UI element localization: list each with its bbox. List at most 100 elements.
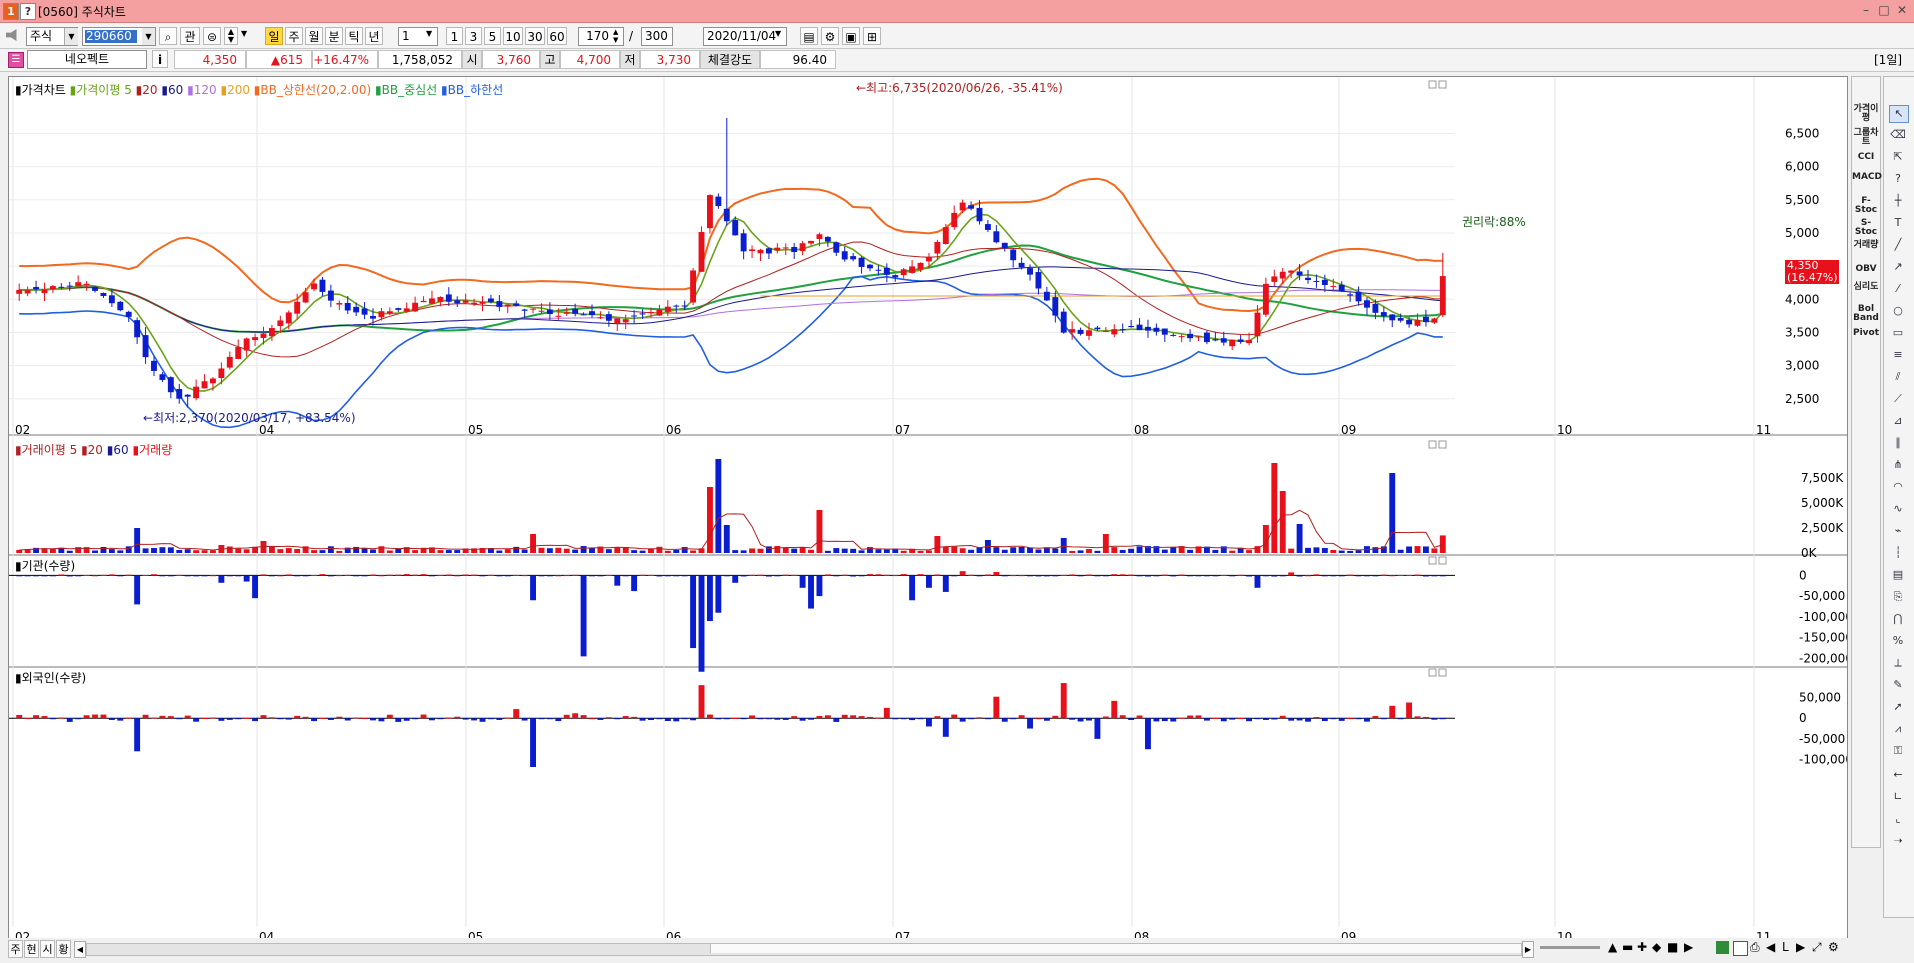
interval-10[interactable]: 10 <box>503 27 523 45</box>
close-icon[interactable]: ✕ <box>1894 3 1910 17</box>
app-icon[interactable]: 1 <box>3 3 19 20</box>
help-tool-icon[interactable]: ? <box>1889 171 1907 187</box>
minimize-icon[interactable]: – <box>1858 3 1874 17</box>
period-month[interactable]: 월 <box>305 27 323 45</box>
settings-icon[interactable]: ⚙ <box>821 27 839 45</box>
auto-icon[interactable]: ⌁ <box>1889 523 1907 539</box>
cursor-icon[interactable]: ↖ <box>1889 105 1909 123</box>
corner-icon[interactable]: ∟ <box>1889 789 1907 805</box>
chart-type-icon[interactable]: ▤ <box>800 27 818 45</box>
indicator-psy[interactable]: 심리도 <box>1852 283 1880 292</box>
speaker-icon[interactable] <box>6 29 17 41</box>
count-stepper[interactable]: ▲ ▼ <box>613 28 618 44</box>
next-icon[interactable]: ▶ <box>1796 940 1805 954</box>
arc-icon[interactable]: ◠ <box>1889 479 1907 495</box>
interval-60[interactable]: 60 <box>547 27 567 45</box>
ratio-icon[interactable]: % <box>1889 633 1907 649</box>
grid-icon[interactable]: ⊞ <box>863 27 881 45</box>
chart-area[interactable]: 02 02 04 04 05 05 06 06 07 07 08 08 09 09 10 10 11 11 2,50… <box>8 76 1848 955</box>
tab-hyeon[interactable]: 현 <box>24 940 39 958</box>
wave-icon[interactable]: ∿ <box>1889 501 1907 517</box>
link-icon[interactable]: ⊜ <box>203 27 221 45</box>
stop-icon[interactable]: ■ <box>1667 940 1678 954</box>
config-icon[interactable]: ⚙ <box>1828 940 1839 954</box>
interval-5[interactable]: 5 <box>484 27 501 45</box>
indicator-group[interactable]: 그룹차트 <box>1852 129 1880 147</box>
trend-line-icon[interactable]: ╱ <box>1889 237 1907 253</box>
indicator-cci[interactable]: CCI <box>1852 153 1880 162</box>
tab-si[interactable]: 시 <box>40 940 55 958</box>
interval-3[interactable]: 3 <box>465 27 482 45</box>
period-day[interactable]: 일 <box>265 27 283 45</box>
save-icon[interactable]: ▣ <box>842 27 860 45</box>
memo-icon[interactable]: ▤ <box>1889 567 1907 583</box>
period-week[interactable]: 주 <box>285 27 303 45</box>
period-tick[interactable]: 틱 <box>345 27 363 45</box>
lock-icon[interactable]: ⚿ <box>1889 743 1907 759</box>
text-icon[interactable]: T <box>1889 215 1907 231</box>
forward-arrow-icon[interactable]: ➝ <box>1889 833 1907 849</box>
indicator-pivot[interactable]: Pivot <box>1852 329 1880 338</box>
indicator-obv[interactable]: OBV <box>1852 265 1880 274</box>
multi-cursor-icon[interactable]: ⇱ <box>1889 149 1907 165</box>
plus-icon[interactable]: ✚ <box>1637 940 1647 954</box>
scroll-right-icon[interactable]: ▶ <box>1522 941 1534 958</box>
rectangle-icon[interactable]: ▭ <box>1889 325 1907 341</box>
excel-icon[interactable] <box>1716 941 1729 954</box>
fan-icon[interactable]: ⟋ <box>1889 391 1907 407</box>
line-icon[interactable]: ⁄ <box>1889 281 1907 297</box>
scrollbar-thumb[interactable] <box>710 944 1521 953</box>
indicator-bolband[interactable]: Bol Band <box>1852 305 1880 323</box>
move-icon[interactable]: ◆ <box>1652 940 1661 954</box>
eraser-icon[interactable]: ⌫ <box>1889 127 1907 143</box>
interval-1[interactable]: 1 <box>446 27 463 45</box>
gwan-button[interactable]: 관 <box>180 27 200 45</box>
zoom-out-icon[interactable]: ▬ <box>1622 940 1633 954</box>
chevron-down-icon[interactable]: ▼ <box>426 29 432 38</box>
tab-ju[interactable]: 주 <box>8 940 23 958</box>
interval-30[interactable]: 30 <box>525 27 545 45</box>
indicator-sstoc[interactable]: S-Stoc <box>1852 219 1880 237</box>
zigzag-icon[interactable]: ⩘ <box>1889 721 1907 737</box>
period-minute[interactable]: 분 <box>325 27 343 45</box>
help-icon[interactable]: ? <box>20 3 36 20</box>
back-arrow-icon[interactable]: ← <box>1889 767 1907 783</box>
last-icon[interactable]: L <box>1782 940 1789 954</box>
print-icon[interactable]: ⎙ <box>1750 940 1760 955</box>
indicator-fstoc[interactable]: F-Stoc <box>1852 197 1880 215</box>
fibonacci-icon[interactable]: ≡ <box>1889 347 1907 363</box>
indicator-macd[interactable]: MACD <box>1852 173 1882 182</box>
ray-icon[interactable]: ↗ <box>1889 259 1907 275</box>
crosshair-icon[interactable]: ┼ <box>1889 193 1907 209</box>
play-icon[interactable]: ▶ <box>1684 940 1693 954</box>
total-input[interactable]: 300 <box>641 27 673 46</box>
indicator-ma[interactable]: 가격이평 <box>1852 105 1880 123</box>
favorite-icon[interactable]: ☰ <box>8 52 24 68</box>
table-icon[interactable] <box>1733 941 1748 956</box>
maximize-icon[interactable]: □ <box>1876 3 1892 17</box>
gann-icon[interactable]: ⊿ <box>1889 413 1907 429</box>
copy-icon[interactable]: ⎘ <box>1889 589 1907 605</box>
chevron-down-icon[interactable]: ▼ <box>775 29 781 38</box>
scroll-left-icon[interactable]: ◀ <box>74 941 86 958</box>
period-year[interactable]: 년 <box>365 27 383 45</box>
parallel-icon[interactable]: ∥ <box>1889 435 1907 451</box>
corner-up-icon[interactable]: ⌞ <box>1889 811 1907 827</box>
fit-icon[interactable]: ⤢ <box>1812 940 1822 955</box>
tab-hwang[interactable]: 황 <box>56 940 71 958</box>
zoom-slider[interactable] <box>1540 946 1600 949</box>
pencil-icon[interactable]: ✎ <box>1889 677 1907 693</box>
magnet-icon[interactable]: ⋂ <box>1889 611 1907 627</box>
arrow-icon[interactable]: ➚ <box>1889 699 1907 715</box>
channel-icon[interactable]: ⫽ <box>1889 369 1907 385</box>
chevron-down-icon[interactable]: ▼ <box>142 28 155 45</box>
chart-svg[interactable]: 0202040405050606070708080909101011112,50… <box>9 77 1847 954</box>
search-icon[interactable]: ⌕ <box>159 27 177 45</box>
chevron-down-icon[interactable]: ▼ <box>64 28 78 45</box>
updown-stepper[interactable]: ▲ ▼ <box>224 27 238 45</box>
ruler-icon[interactable]: ⟂ <box>1889 655 1907 671</box>
prev-icon[interactable]: ◀ <box>1766 940 1775 954</box>
circle-icon[interactable]: ○ <box>1889 303 1907 319</box>
zoom-in-icon[interactable]: ▲ <box>1608 940 1617 954</box>
chevron-down-icon[interactable]: ▼ <box>241 29 247 38</box>
